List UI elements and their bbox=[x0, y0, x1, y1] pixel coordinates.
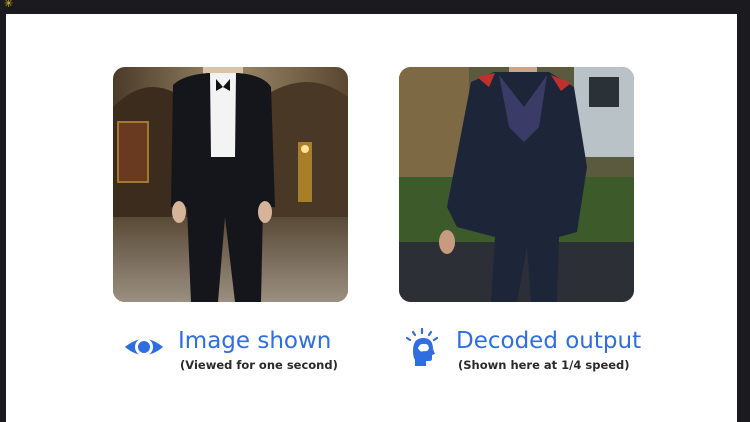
image-shown-title: Image shown bbox=[178, 328, 332, 354]
head-with-brain-signal-icon bbox=[405, 327, 439, 366]
slide: Image shown (Viewed for one second) Deco… bbox=[6, 14, 737, 422]
caption-image-shown: Image shown (Viewed for one second) bbox=[124, 327, 338, 373]
decoded-output-image bbox=[399, 67, 634, 302]
caption-decoded-output: Decoded output (Shown here at 1/4 speed) bbox=[402, 327, 641, 373]
decoded-output-title: Decoded output bbox=[456, 328, 642, 354]
tuxedo-photo bbox=[113, 67, 348, 302]
cursor-icon: ✳ bbox=[4, 0, 14, 10]
eye-icon bbox=[125, 338, 163, 356]
coat-photo bbox=[399, 67, 634, 302]
image-shown bbox=[113, 67, 348, 302]
image-shown-subtitle: (Viewed for one second) bbox=[180, 358, 338, 372]
decoded-output-subtitle: (Shown here at 1/4 speed) bbox=[458, 358, 630, 372]
